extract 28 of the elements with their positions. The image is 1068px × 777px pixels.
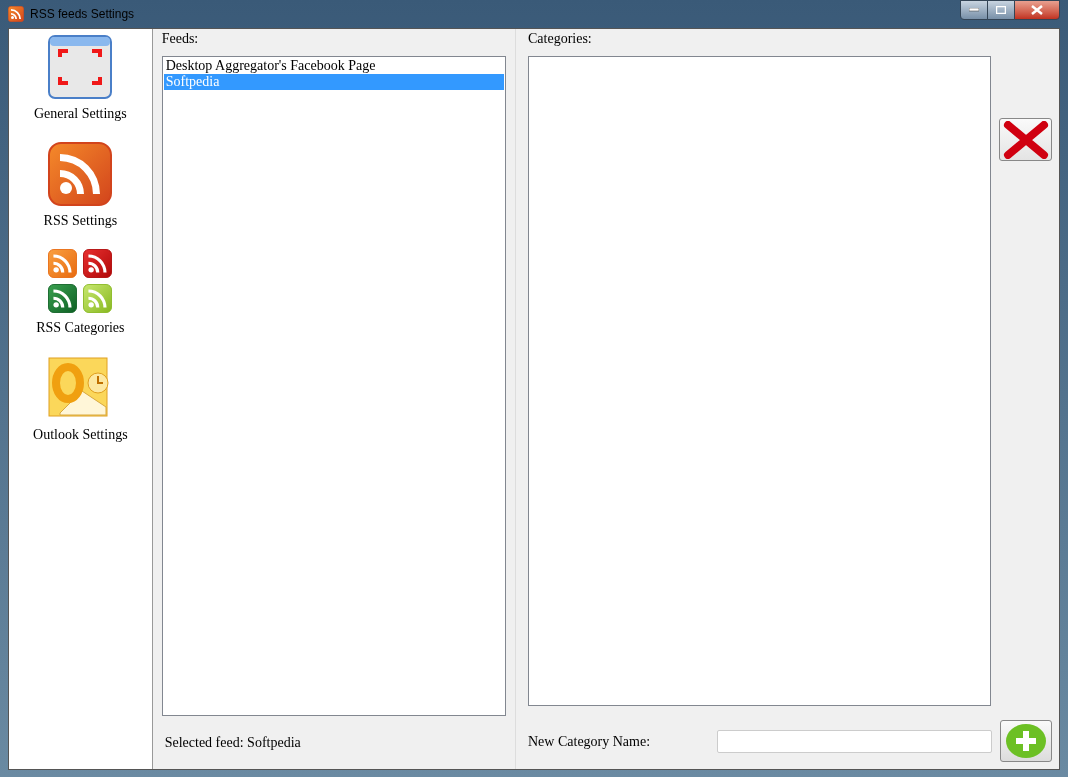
minimize-icon (969, 8, 979, 12)
close-button[interactable] (1014, 0, 1060, 20)
maximize-button[interactable] (988, 0, 1014, 20)
maximize-icon (996, 6, 1006, 14)
sidebar-item[interactable]: RSS Settings (10, 141, 151, 248)
window-title: RSS feeds Settings (30, 6, 135, 23)
add-button[interactable] (1000, 720, 1052, 762)
rss-icon (48, 142, 113, 206)
feeds-label: Feeds: (161, 31, 200, 47)
categories-label: Categories: (528, 31, 593, 47)
plus-icon (1004, 723, 1048, 759)
selected-feed-text: Selected feed: Softpedia (164, 734, 302, 752)
sidebar-item[interactable]: RSS Categories (10, 248, 151, 355)
feed-item[interactable]: Desktop Aggregator's Facebook Page (163, 58, 504, 74)
window-frame-icon (48, 35, 113, 99)
new-category-label: New Category Name: (528, 732, 652, 751)
rss-icon (83, 284, 113, 313)
close-icon (1031, 5, 1043, 15)
sidebar-item[interactable]: General Settings (10, 34, 151, 141)
rss-icon (48, 249, 78, 278)
delete-icon (1001, 120, 1050, 159)
app-icon (8, 6, 24, 22)
new-category-field[interactable] (717, 729, 992, 753)
rss-icon (48, 284, 78, 313)
sidebar-item[interactable]: Outlook Settings (10, 355, 151, 462)
minimize-button[interactable] (960, 0, 988, 20)
delete-button[interactable] (999, 118, 1052, 161)
rss-icon (83, 249, 113, 278)
